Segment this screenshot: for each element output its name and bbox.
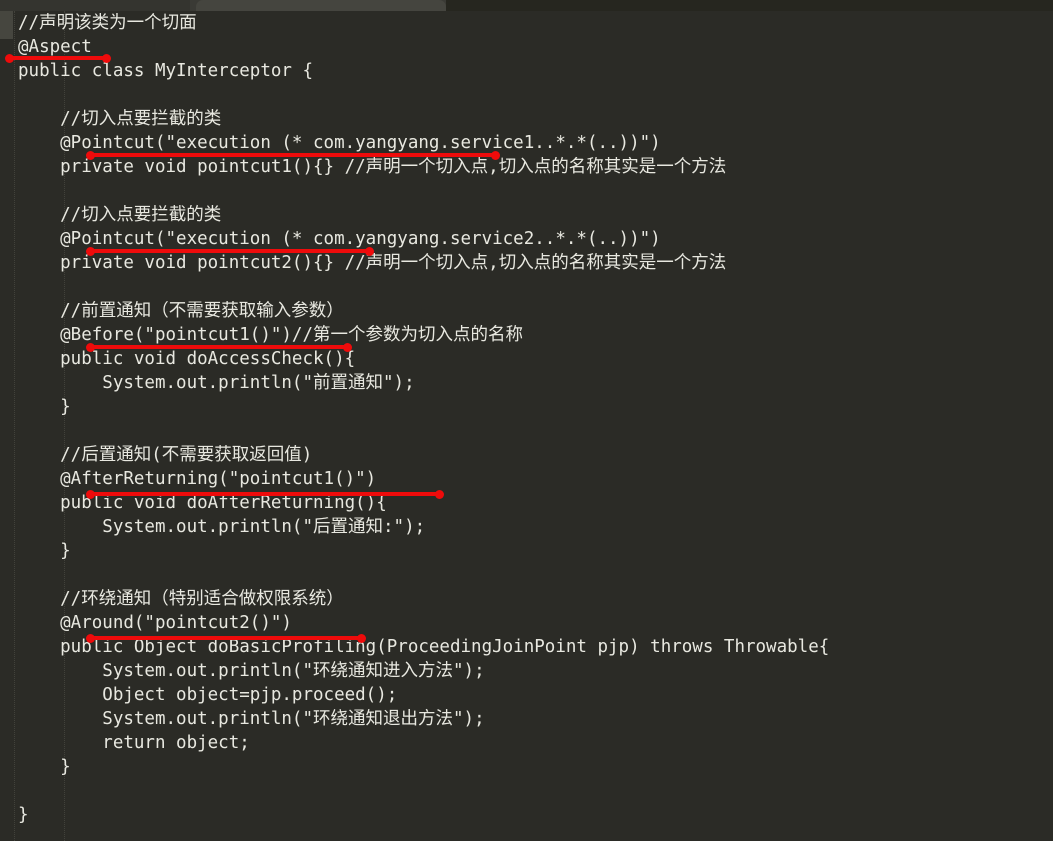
code-line: @AfterReturning("pointcut1()") [18,469,377,489]
editor-tab-bar[interactable] [0,0,1053,11]
code-line: } [18,757,71,777]
code-line: public void doAfterReturning(){ [18,493,387,513]
code-line: private void pointcut2(){} //声明一个切入点,切入点… [18,253,727,273]
tab-bar-filler [446,0,1053,11]
code-line: //声明该类为一个切面 [18,13,197,33]
editor-window: //声明该类为一个切面 @Aspect public class MyInterce… [0,0,1053,841]
code-line: public Object doBasicProfiling(Proceedin… [18,637,830,657]
code-line: public void doAccessCheck(){ [18,349,356,369]
code-line: @Around("pointcut2()") [18,613,292,633]
code-line: //环绕通知（特别适合做权限系统） [18,589,344,609]
code-line: System.out.println("前置通知"); [18,373,415,393]
editor-tab-inactive[interactable] [0,0,190,11]
code-line: } [18,541,71,561]
code-line: } [18,397,71,417]
editor-tab-active[interactable] [196,0,446,11]
code-line: private void pointcut1(){} //声明一个切入点,切入点… [18,157,727,177]
code-line: System.out.println("环绕通知进入方法"); [18,661,485,681]
code-line: Object object=pjp.proceed(); [18,685,398,705]
code-editor-text[interactable]: //声明该类为一个切面 @Aspect public class MyInterce… [0,11,1053,841]
code-line: return object; [18,733,250,753]
code-line: //前置通知（不需要获取输入参数） [18,301,344,321]
code-line: @Pointcut("execution (* com.yangyang.ser… [18,229,661,249]
code-line: @Before("pointcut1()")//第一个参数为切入点的名称 [18,325,524,345]
code-line: //后置通知(不需要获取返回值) [18,445,313,465]
code-line: @Aspect [18,37,92,57]
code-line: } [18,805,29,825]
code-line: System.out.println("后置通知:"); [18,517,426,537]
code-line: @Pointcut("execution (* com.yangyang.ser… [18,133,661,153]
code-line: //切入点要拦截的类 [18,205,222,225]
code-line: public class MyInterceptor { [18,61,314,81]
code-line: //切入点要拦截的类 [18,109,222,129]
code-line: System.out.println("环绕通知退出方法"); [18,709,485,729]
